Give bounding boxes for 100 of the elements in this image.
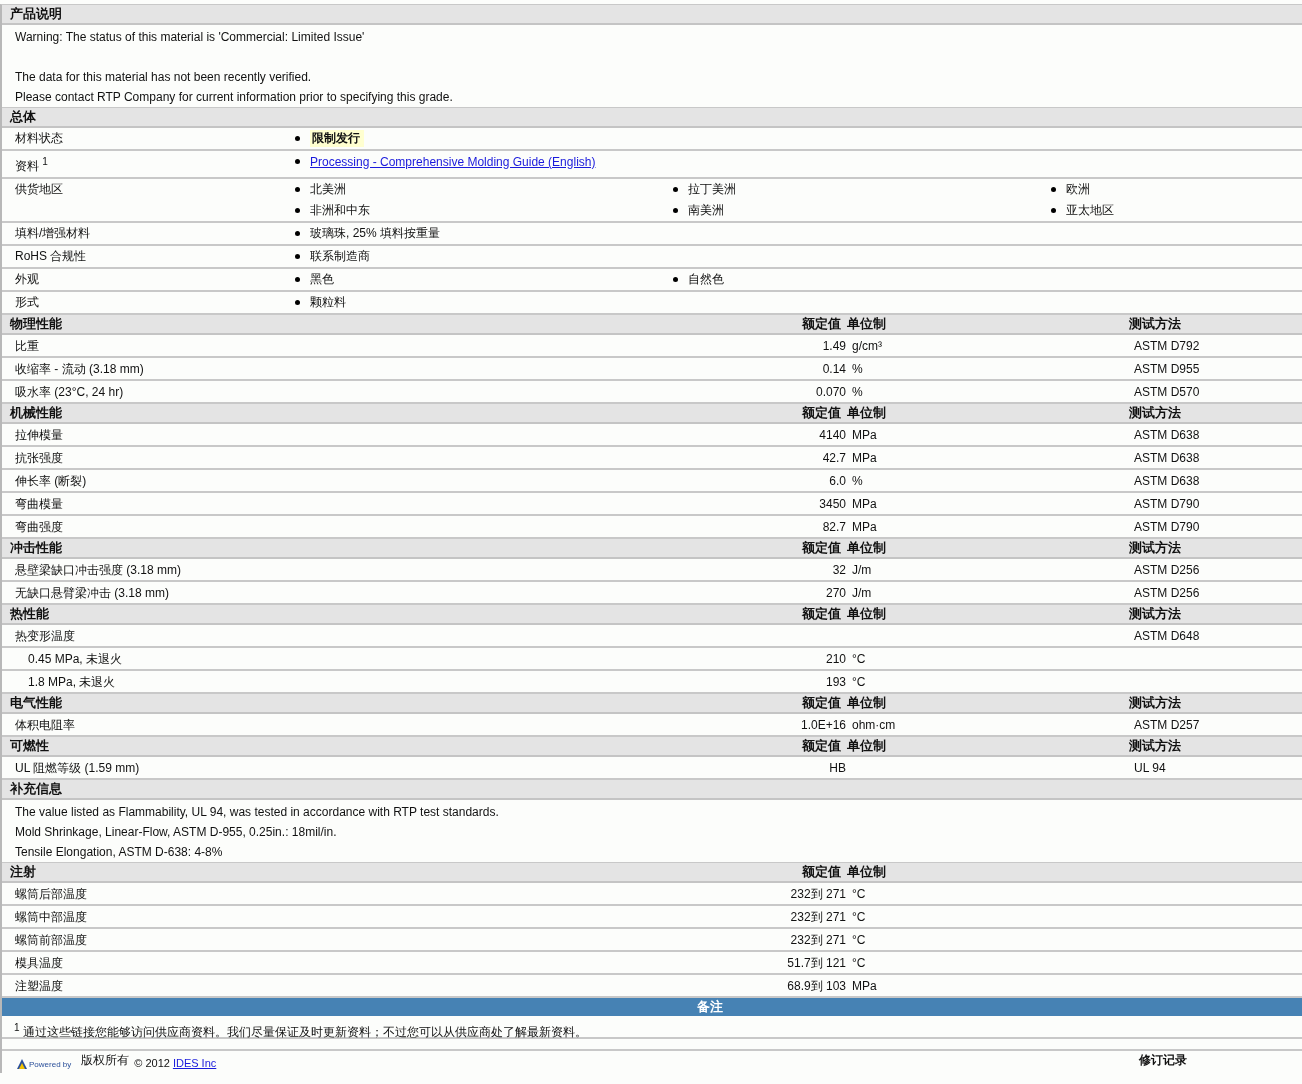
company-link[interactable]: IDES Inc [172,1057,217,1069]
property-label: 拉伸模量 [15,427,64,444]
unit: °C [852,652,866,666]
bullet-icon [673,277,678,282]
column-header: 单位制 [847,315,887,333]
unit: ohm·cm [852,718,896,732]
bullet-icon [295,300,300,305]
section-title: 冲击性能 [10,539,63,557]
column-header: 额定值 [801,737,842,755]
section-header: 补充信息 [2,780,1302,800]
test-method: ASTM D790 [1134,520,1200,534]
property-label: 抗张强度 [15,450,64,467]
bullet-icon [673,208,678,213]
unit: % [852,362,863,376]
property-label: 注塑温度 [15,978,64,995]
property-label: 模具温度 [15,955,64,972]
footnote-text: $^{1}$ 通过这些链接您能够访问供应商资料。我们尽量保证及时更新资料；不过您可以从供应商处了解最新资料。 [14,1025,587,1039]
section-header: 总体 [2,108,1302,128]
property-label: 悬壁梁缺口冲击强度 (3.18 mm) [15,562,182,579]
property-label: 弯曲模量 [15,496,64,513]
bullet-icon [295,254,300,259]
test-method: ASTM D792 [1134,339,1200,353]
property-label: 0.45 MPa, 未退火 [27,651,124,668]
test-method: ASTM D638 [1134,474,1200,488]
property-label: 填料/增强材料 [15,225,92,242]
column-header: 单位制 [847,737,887,755]
revision-history-title: 修订记录 [1139,1052,1187,1069]
property-label: 材料状态 [15,130,64,147]
note-text: Tensile Elongation, ASTM D-638: 4-8% [15,844,224,861]
bullet-icon [1051,187,1056,192]
property-label: 螺筒中部温度 [15,909,88,926]
property-value: 82.7 [822,520,846,534]
property-value: 4140 [819,428,846,442]
column-header: 测试方法 [1129,694,1182,712]
unit: °C [852,675,866,689]
bullet-icon [295,159,300,164]
document-link[interactable]: Processing - Comprehensive Molding Guide (English) [310,154,596,169]
property-value: 黑色 [310,271,334,288]
property-label: 形式 [15,294,40,311]
column-header: 单位制 [847,605,887,623]
property-value: 232到 271 [790,910,846,924]
section-title: 热性能 [10,605,50,623]
unit: g/cm³ [852,339,882,353]
property-label: 供货地区 [15,181,64,198]
property-label: 资料 $^{1}$ [15,155,49,175]
unit: % [852,474,863,488]
test-method: ASTM D955 [1134,362,1200,376]
property-value: 270 [825,586,846,600]
property-value: 玻璃珠, 25% 填料按重量 [310,225,441,242]
column-header: 额定值 [801,539,842,557]
property-value: 32 [832,563,846,577]
property-label: 收缩率 - 流动 (3.18 mm) [15,361,145,378]
test-method: ASTM D790 [1134,497,1200,511]
unit: J/m [852,586,872,600]
unit: °C [852,956,866,970]
section-title: 电气性能 [10,694,63,712]
property-label: 1.8 MPa, 未退火 [27,674,117,691]
column-header: 单位制 [847,539,887,557]
property-label: 比重 [15,338,40,355]
bullet-icon [295,277,300,282]
property-value: 欧洲 [1066,181,1090,198]
test-method: ASTM D638 [1134,428,1200,442]
column-header: 单位制 [847,694,887,712]
property-value: 210 [825,652,846,666]
bullet-icon [295,208,300,213]
property-value: 亚太地区 [1066,202,1114,219]
property-value: 0.14 [822,362,846,376]
unit: MPa [852,520,877,534]
property-label: 吸水率 (23°C, 24 hr) [15,384,125,401]
note-text: Mold Shrinkage, Linear-Flow, ASTM D-955, 0.25in.: 18mil/in. [15,824,338,841]
section-title: 机械性能 [10,404,63,422]
property-label: 无缺口悬臂梁冲击 (3.18 mm) [15,585,170,602]
triangle-logo-icon [17,1059,27,1069]
bullet-icon [673,187,678,192]
note-text: The value listed as Flammability, UL 94, was tested in accordance with RTP test standards. [15,804,500,821]
test-method: ASTM D256 [1134,586,1200,600]
section-title: 注射 [10,863,37,881]
property-value: 6.0 [829,474,846,488]
section-header: 产品说明 [2,5,1302,25]
column-header: 测试方法 [1129,404,1182,422]
property-value: 232到 271 [790,933,846,947]
copyright-text: 版权所有 [81,1052,130,1069]
property-value: 51.7到 121 [787,956,846,970]
unit: °C [852,910,866,924]
column-header: 额定值 [801,694,842,712]
notes-header: 备注 [2,998,1302,1016]
section-title: 可燃性 [10,737,50,755]
status-value: 限制发行 [310,130,364,147]
property-value: HB [829,761,846,775]
property-value: 0.070 [815,385,846,399]
column-header: 单位制 [847,404,887,422]
test-method: ASTM D257 [1134,718,1200,732]
column-header: 单位制 [847,863,887,881]
property-value: 颗粒料 [310,294,346,311]
note-text: The data for this material has not been recently verified. [15,69,313,86]
unit: MPa [852,979,877,993]
column-header: 测试方法 [1129,315,1182,333]
column-header: 额定值 [801,315,842,333]
property-label: RoHS 合规性 [15,248,88,265]
bullet-icon [1051,208,1056,213]
